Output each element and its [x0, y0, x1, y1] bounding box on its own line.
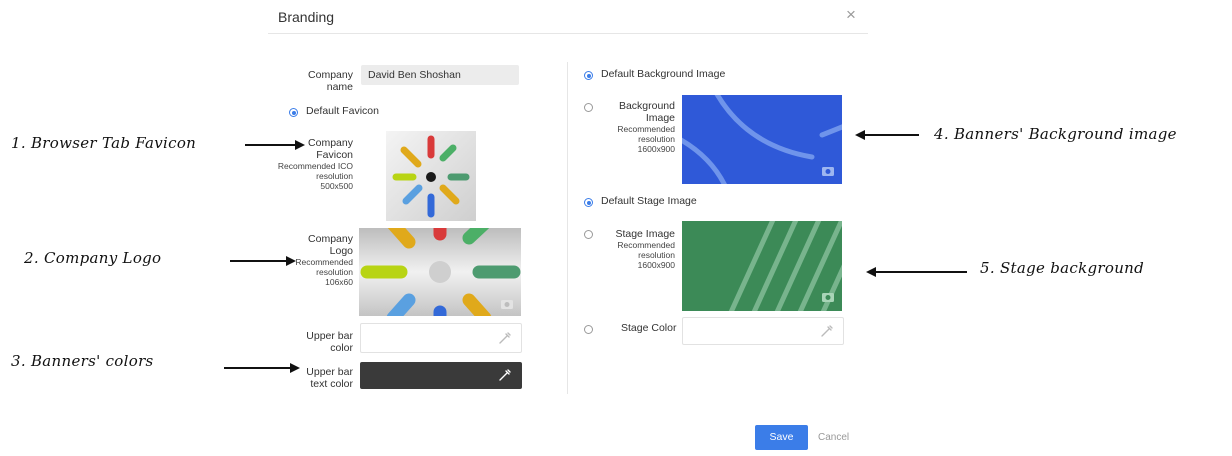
annotation-logo: 2. Company Logo: [24, 249, 162, 267]
arrowhead-left-icon: [855, 129, 865, 140]
favicon-burst-icon: [392, 135, 470, 218]
annotation-colors-arrow: [224, 367, 291, 369]
camera-icon: [822, 167, 834, 176]
default-stage-label: Default Stage Image: [601, 195, 697, 207]
arrowhead-left-icon: [866, 266, 876, 277]
annotation-background-arrow: [864, 134, 919, 136]
company-name-label: Company name: [308, 69, 353, 93]
stage-color-label: Stage Color: [621, 322, 677, 334]
background-arcs-icon: [682, 95, 842, 184]
camera-icon: [822, 293, 834, 302]
stage-stripes-icon: [728, 221, 842, 311]
stage-image-radio[interactable]: [584, 230, 593, 239]
eyedropper-icon[interactable]: [820, 324, 834, 338]
annotation-background: 4. Banners' Background image: [934, 125, 1177, 143]
annotation-stage: 5. Stage background: [980, 259, 1145, 277]
annotation-stage-arrow: [875, 271, 967, 273]
stage-color-input[interactable]: [682, 317, 844, 345]
annotation-colors: 3. Banners' colors: [11, 352, 154, 370]
upper-bar-color-label: Upper bar color: [306, 330, 353, 354]
stage-image-label: Stage Image Recommended resolution 1600x…: [615, 228, 675, 270]
upper-bar-color-input[interactable]: [360, 323, 522, 353]
default-favicon-label: Default Favicon: [306, 105, 379, 117]
dialog-title: Branding: [278, 9, 335, 25]
dialog-header: Branding ×: [268, 0, 868, 34]
camera-icon: [501, 300, 513, 309]
logo-preview[interactable]: [359, 228, 521, 316]
default-background-radio[interactable]: [584, 71, 593, 80]
default-background-label: Default Background Image: [601, 68, 726, 80]
company-name-input[interactable]: David Ben Shoshan: [361, 65, 519, 85]
default-stage-radio[interactable]: [584, 198, 593, 207]
upper-bar-text-color-label: Upper bar text color: [306, 366, 353, 390]
default-favicon-radio[interactable]: [289, 108, 298, 117]
column-divider: [567, 62, 568, 394]
eyedropper-icon[interactable]: [498, 331, 512, 345]
stage-image-preview[interactable]: [682, 221, 842, 311]
save-button[interactable]: Save: [755, 425, 808, 450]
favicon-preview[interactable]: [386, 131, 476, 221]
arrowhead-right-icon: [286, 255, 296, 266]
cancel-button[interactable]: Cancel: [818, 432, 849, 443]
annotation-favicon: 1. Browser Tab Favicon: [11, 134, 197, 152]
eyedropper-icon[interactable]: [498, 368, 512, 382]
background-image-radio[interactable]: [584, 103, 593, 112]
annotation-favicon-arrow: [245, 144, 297, 146]
background-image-label: Background Image Recommended resolution …: [617, 100, 675, 154]
arrowhead-right-icon: [290, 362, 300, 373]
arrowhead-right-icon: [295, 139, 305, 150]
close-icon[interactable]: ×: [846, 5, 856, 25]
logo-burst-icon: [360, 228, 521, 316]
stage-color-radio[interactable]: [584, 325, 593, 334]
annotation-logo-arrow: [230, 260, 287, 262]
upper-bar-text-color-input[interactable]: [360, 362, 522, 389]
background-image-preview[interactable]: [682, 95, 842, 184]
